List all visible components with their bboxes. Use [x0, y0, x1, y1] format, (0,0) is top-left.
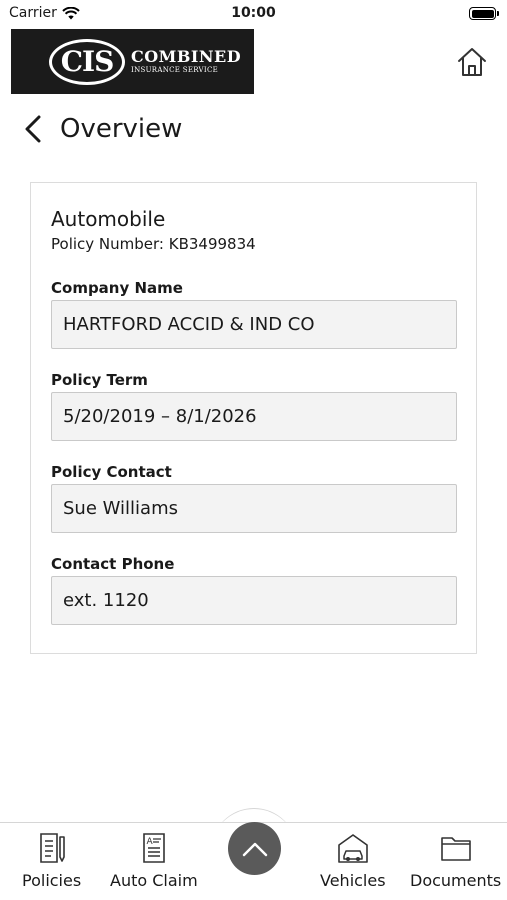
- tab-policies[interactable]: Policies: [22, 831, 81, 890]
- title-row: Overview: [22, 108, 182, 150]
- logo-sub-text: INSURANCE SERVICE: [131, 66, 219, 74]
- tab-policies-label: Policies: [22, 871, 82, 890]
- policy-type: Automobile: [51, 207, 166, 231]
- status-bar: Carrier 10:00: [0, 0, 507, 28]
- tab-vehicles-label: Vehicles: [320, 871, 386, 890]
- policies-document-icon: [39, 833, 65, 863]
- folder-icon: [440, 837, 471, 861]
- tab-documents[interactable]: Documents: [410, 831, 501, 890]
- policy-contact-field[interactable]: Sue Williams: [51, 484, 457, 533]
- cis-logo: CIS COMBINED INSURANCE SERVICE: [11, 29, 254, 94]
- home-button[interactable]: [455, 45, 489, 79]
- logo-wordmark: COMBINED INSURANCE SERVICE: [131, 48, 241, 75]
- contact-phone-field[interactable]: ext. 1120: [51, 576, 457, 625]
- auto-claim-form-icon: A: [143, 833, 165, 863]
- logo-main-text: COMBINED: [131, 47, 242, 66]
- policy-card: Automobile Policy Number: KB3499834 Comp…: [30, 182, 477, 654]
- chevron-left-icon: [25, 115, 41, 143]
- tab-documents-label: Documents: [410, 871, 502, 890]
- company-name-field[interactable]: HARTFORD ACCID & IND CO: [51, 300, 457, 349]
- tab-vehicles[interactable]: Vehicles: [320, 831, 386, 890]
- contact-phone-label: Contact Phone: [51, 555, 175, 573]
- chevron-up-icon: [242, 842, 267, 856]
- tab-auto-claim[interactable]: A Auto Claim: [110, 831, 198, 890]
- policy-number: Policy Number: KB3499834: [51, 235, 256, 253]
- status-time: 10:00: [231, 5, 276, 21]
- home-icon: [458, 48, 486, 76]
- tab-auto-claim-label: Auto Claim: [110, 871, 198, 890]
- company-name-label: Company Name: [51, 279, 183, 297]
- policy-term-label: Policy Term: [51, 371, 148, 389]
- back-button[interactable]: [22, 111, 48, 147]
- battery-icon: [469, 7, 499, 20]
- svg-text:A: A: [146, 837, 153, 847]
- vehicles-garage-icon: [337, 834, 368, 863]
- expand-menu-button[interactable]: [228, 822, 281, 875]
- policy-contact-label: Policy Contact: [51, 463, 172, 481]
- logo-emblem: CIS: [49, 38, 125, 85]
- page-title: Overview: [60, 114, 183, 144]
- policy-term-field[interactable]: 5/20/2019 – 8/1/2026: [51, 392, 457, 441]
